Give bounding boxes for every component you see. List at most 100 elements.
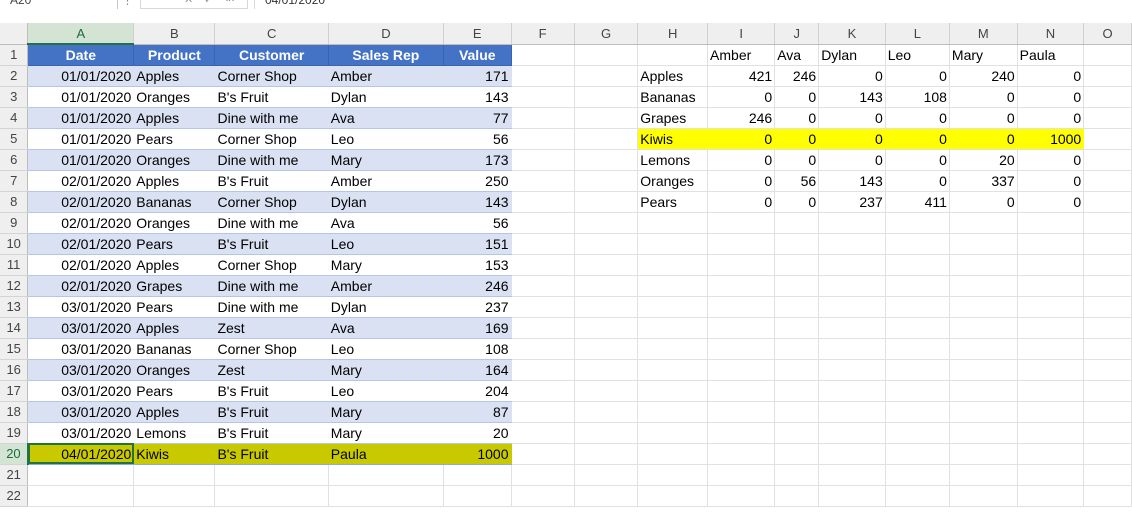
matrix-cell[interactable]: 237 <box>818 191 886 213</box>
column-header-k[interactable]: K <box>818 23 886 45</box>
cell-k16[interactable] <box>818 359 886 381</box>
table-cell[interactable]: 03/01/2020 <box>27 317 135 339</box>
cell-f13[interactable] <box>511 296 575 318</box>
cell-f9[interactable] <box>511 212 575 234</box>
cell-o1[interactable] <box>1083 44 1132 66</box>
cell-f10[interactable] <box>511 233 575 255</box>
cell-g8[interactable] <box>574 191 639 213</box>
cell-o9[interactable] <box>1083 212 1132 234</box>
cell-e21[interactable] <box>443 464 512 486</box>
cell-k12[interactable] <box>818 275 886 297</box>
cell-k21[interactable] <box>818 464 886 486</box>
table-cell[interactable]: Leo <box>328 128 445 150</box>
cell-h13[interactable] <box>637 296 709 318</box>
table-cell[interactable]: Ava <box>328 317 445 339</box>
cell-b21[interactable] <box>133 464 216 486</box>
cell-k10[interactable] <box>818 233 886 255</box>
cell-g1[interactable] <box>574 44 639 66</box>
row-header-5[interactable]: 5 <box>0 128 29 150</box>
cell-f6[interactable] <box>511 149 575 171</box>
table-cell[interactable]: Corner Shop <box>214 338 329 360</box>
cell-g5[interactable] <box>574 128 639 150</box>
table-cell[interactable]: 153 <box>443 254 512 276</box>
cell-n12[interactable] <box>1017 275 1085 297</box>
cell-m14[interactable] <box>949 317 1018 339</box>
table-cell[interactable]: Corner Shop <box>214 254 329 276</box>
cell-c21[interactable] <box>214 464 329 486</box>
cell-f5[interactable] <box>511 128 575 150</box>
table-cell[interactable]: 20 <box>443 422 512 444</box>
cell-l22[interactable] <box>885 485 950 507</box>
cell-a22[interactable] <box>27 485 135 507</box>
table-cell[interactable]: Amber <box>328 65 445 87</box>
table-header-cell[interactable]: Sales Rep <box>328 44 445 66</box>
matrix-cell[interactable]: 0 <box>1017 65 1085 87</box>
cell-h10[interactable] <box>637 233 709 255</box>
table-cell[interactable]: B's Fruit <box>214 422 329 444</box>
table-cell[interactable]: Pears <box>133 233 216 255</box>
table-header-cell[interactable]: Product <box>133 44 216 66</box>
cell-g11[interactable] <box>574 254 639 276</box>
table-cell[interactable]: Dylan <box>328 296 445 318</box>
table-cell[interactable]: Mary <box>328 359 445 381</box>
matrix-cell[interactable]: 0 <box>774 149 820 171</box>
table-cell[interactable]: B's Fruit <box>214 170 329 192</box>
column-header-c[interactable]: C <box>214 23 329 45</box>
cell-g22[interactable] <box>574 485 639 507</box>
row-header-16[interactable]: 16 <box>0 359 29 381</box>
cell-l10[interactable] <box>885 233 950 255</box>
table-cell[interactable]: Ava <box>328 212 445 234</box>
table-cell[interactable]: 02/01/2020 <box>27 191 135 213</box>
cell-g9[interactable] <box>574 212 639 234</box>
cell-n15[interactable] <box>1017 338 1085 360</box>
cell-j9[interactable] <box>774 212 820 234</box>
matrix-row-label[interactable]: Bananas <box>637 86 709 108</box>
matrix-cell[interactable]: 143 <box>818 170 886 192</box>
cell-j21[interactable] <box>774 464 820 486</box>
cell-m12[interactable] <box>949 275 1018 297</box>
cell-m18[interactable] <box>949 401 1018 423</box>
matrix-col-header[interactable]: Leo <box>885 44 950 66</box>
row-header-6[interactable]: 6 <box>0 149 29 171</box>
cell-o20[interactable] <box>1083 443 1132 465</box>
table-cell[interactable]: Dylan <box>328 191 445 213</box>
table-cell[interactable]: Oranges <box>133 359 216 381</box>
table-cell[interactable]: 03/01/2020 <box>27 296 135 318</box>
cell-m10[interactable] <box>949 233 1018 255</box>
cell-k19[interactable] <box>818 422 886 444</box>
cell-g4[interactable] <box>574 107 639 129</box>
cell-l16[interactable] <box>885 359 950 381</box>
table-cell[interactable]: 02/01/2020 <box>27 170 135 192</box>
cell-h16[interactable] <box>637 359 709 381</box>
cell-g12[interactable] <box>574 275 639 297</box>
table-cell[interactable]: 1000 <box>443 443 512 465</box>
cell-l13[interactable] <box>885 296 950 318</box>
cell-k13[interactable] <box>818 296 886 318</box>
matrix-col-header[interactable]: Paula <box>1017 44 1085 66</box>
matrix-cell[interactable]: 0 <box>774 191 820 213</box>
cell-f17[interactable] <box>511 380 575 402</box>
row-header-4[interactable]: 4 <box>0 107 29 129</box>
insert-function-icon[interactable]: fx <box>226 0 235 4</box>
cell-k18[interactable] <box>818 401 886 423</box>
row-header-17[interactable]: 17 <box>0 380 29 402</box>
column-header-d[interactable]: D <box>328 23 445 45</box>
table-cell[interactable]: 173 <box>443 149 512 171</box>
cell-n16[interactable] <box>1017 359 1085 381</box>
cell-f1[interactable] <box>511 44 575 66</box>
table-cell[interactable]: 02/01/2020 <box>27 233 135 255</box>
cell-g10[interactable] <box>574 233 639 255</box>
matrix-col-header[interactable]: Mary <box>949 44 1018 66</box>
matrix-row-label[interactable]: Grapes <box>637 107 709 129</box>
cell-e22[interactable] <box>443 485 512 507</box>
table-cell[interactable]: 03/01/2020 <box>27 401 135 423</box>
cell-n9[interactable] <box>1017 212 1085 234</box>
cell-i11[interactable] <box>707 254 776 276</box>
table-cell[interactable]: 02/01/2020 <box>27 275 135 297</box>
cell-o15[interactable] <box>1083 338 1132 360</box>
cell-o6[interactable] <box>1083 149 1132 171</box>
matrix-cell[interactable]: 0 <box>949 86 1018 108</box>
table-cell[interactable]: B's Fruit <box>214 233 329 255</box>
cell-m15[interactable] <box>949 338 1018 360</box>
table-cell[interactable]: B's Fruit <box>214 443 329 465</box>
